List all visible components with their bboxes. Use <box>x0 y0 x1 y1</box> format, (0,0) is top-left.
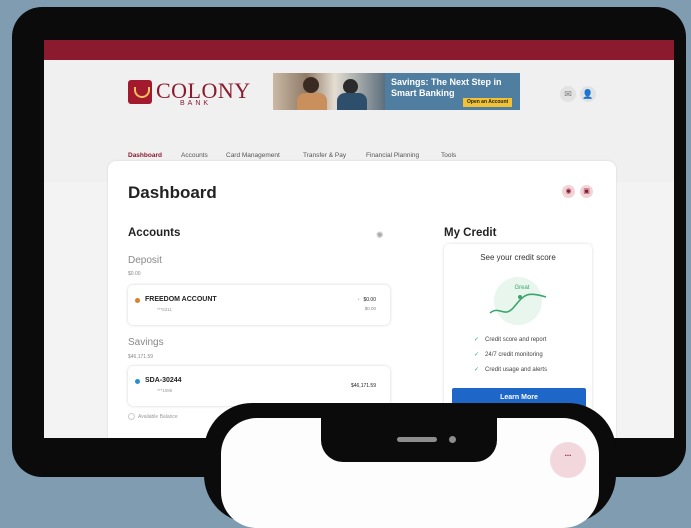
user-icon[interactable]: 👤 <box>580 86 596 102</box>
banner-photo <box>273 73 385 110</box>
savings-total: $46,171.59 <box>128 354 154 360</box>
phone-notch <box>321 418 497 462</box>
mail-icon[interactable]: ✉ <box>560 86 576 102</box>
speaker-icon <box>397 437 437 442</box>
graph-label: Great <box>514 285 529 291</box>
phone-screen: ... <box>221 418 599 528</box>
info-icon <box>128 413 135 420</box>
account-balance: • $0.00 <box>357 297 376 303</box>
account-available: $0.00 <box>364 306 376 311</box>
logo-icon <box>128 80 152 104</box>
credit-feature: ✓ 24/7 credit monitoring <box>474 352 543 358</box>
promo-banner[interactable]: Savings: The Next Step in Smart Banking … <box>273 73 520 110</box>
phone-frame: ... <box>204 403 616 528</box>
nav-card-management[interactable]: Card Management <box>226 152 280 159</box>
nav-dashboard[interactable]: Dashboard <box>128 152 162 159</box>
account-row-sda[interactable]: SDA-30244 ***1086 $46,171.59 <box>128 366 390 406</box>
credit-subtitle: See your credit score <box>480 253 556 262</box>
nav-transfer-pay[interactable]: Transfer & Pay <box>303 152 346 159</box>
account-name: FREEDOM ACCOUNT <box>145 296 217 303</box>
credit-feature: ✓ Credit score and report <box>474 337 547 343</box>
check-icon: ✓ <box>474 367 480 373</box>
nav-tools[interactable]: Tools <box>441 152 456 159</box>
top-bar <box>44 40 674 60</box>
nav-accounts[interactable]: Accounts <box>181 152 208 159</box>
account-row-freedom[interactable]: FREEDOM ACCOUNT ***5311 • $0.00 $0.00 <box>128 285 390 325</box>
laptop-screen: COLONY BANK Savings: The Next Step in Sm… <box>44 40 674 438</box>
page-title: Dashboard <box>128 183 217 202</box>
check-icon: ✓ <box>474 337 480 343</box>
message-icon[interactable]: ▣ <box>580 185 593 198</box>
account-name: SDA-30244 <box>145 377 182 384</box>
bank-logo[interactable]: COLONY BANK <box>128 78 250 108</box>
account-number: ***5311 <box>157 307 172 312</box>
credit-graph: Great <box>489 277 547 325</box>
camera-icon <box>449 436 456 443</box>
dashboard-card: Dashboard ◉ ▣ Accounts ✺ Deposit $0.00 F… <box>108 161 616 438</box>
status-dot <box>135 379 140 384</box>
accounts-title: Accounts <box>128 227 181 239</box>
credit-title: My Credit <box>444 227 497 239</box>
logo-subtitle: BANK <box>180 100 212 107</box>
gear-icon[interactable]: ✺ <box>376 230 384 241</box>
check-icon: ✓ <box>474 352 480 358</box>
account-number: ***1086 <box>157 388 173 393</box>
status-dot <box>135 298 140 303</box>
chat-icon[interactable]: ◉ <box>562 185 575 198</box>
phone-menu-button[interactable]: ... <box>550 442 586 478</box>
available-balance-legend: Available Balance <box>128 413 178 420</box>
credit-card: See your credit score Great ✓ Credit scor… <box>444 244 592 414</box>
nav-financial-planning[interactable]: Financial Planning <box>366 152 419 159</box>
account-balance: $46,171.59 <box>350 383 376 389</box>
open-account-button[interactable]: Open an Account <box>463 98 513 107</box>
banner-headline: Savings: The Next Step in Smart Banking <box>391 77 502 98</box>
deposit-label: Deposit <box>128 255 162 266</box>
savings-label: Savings <box>128 337 164 348</box>
credit-feature: ✓ Credit usage and alerts <box>474 367 548 373</box>
deposit-total: $0.00 <box>128 271 141 277</box>
